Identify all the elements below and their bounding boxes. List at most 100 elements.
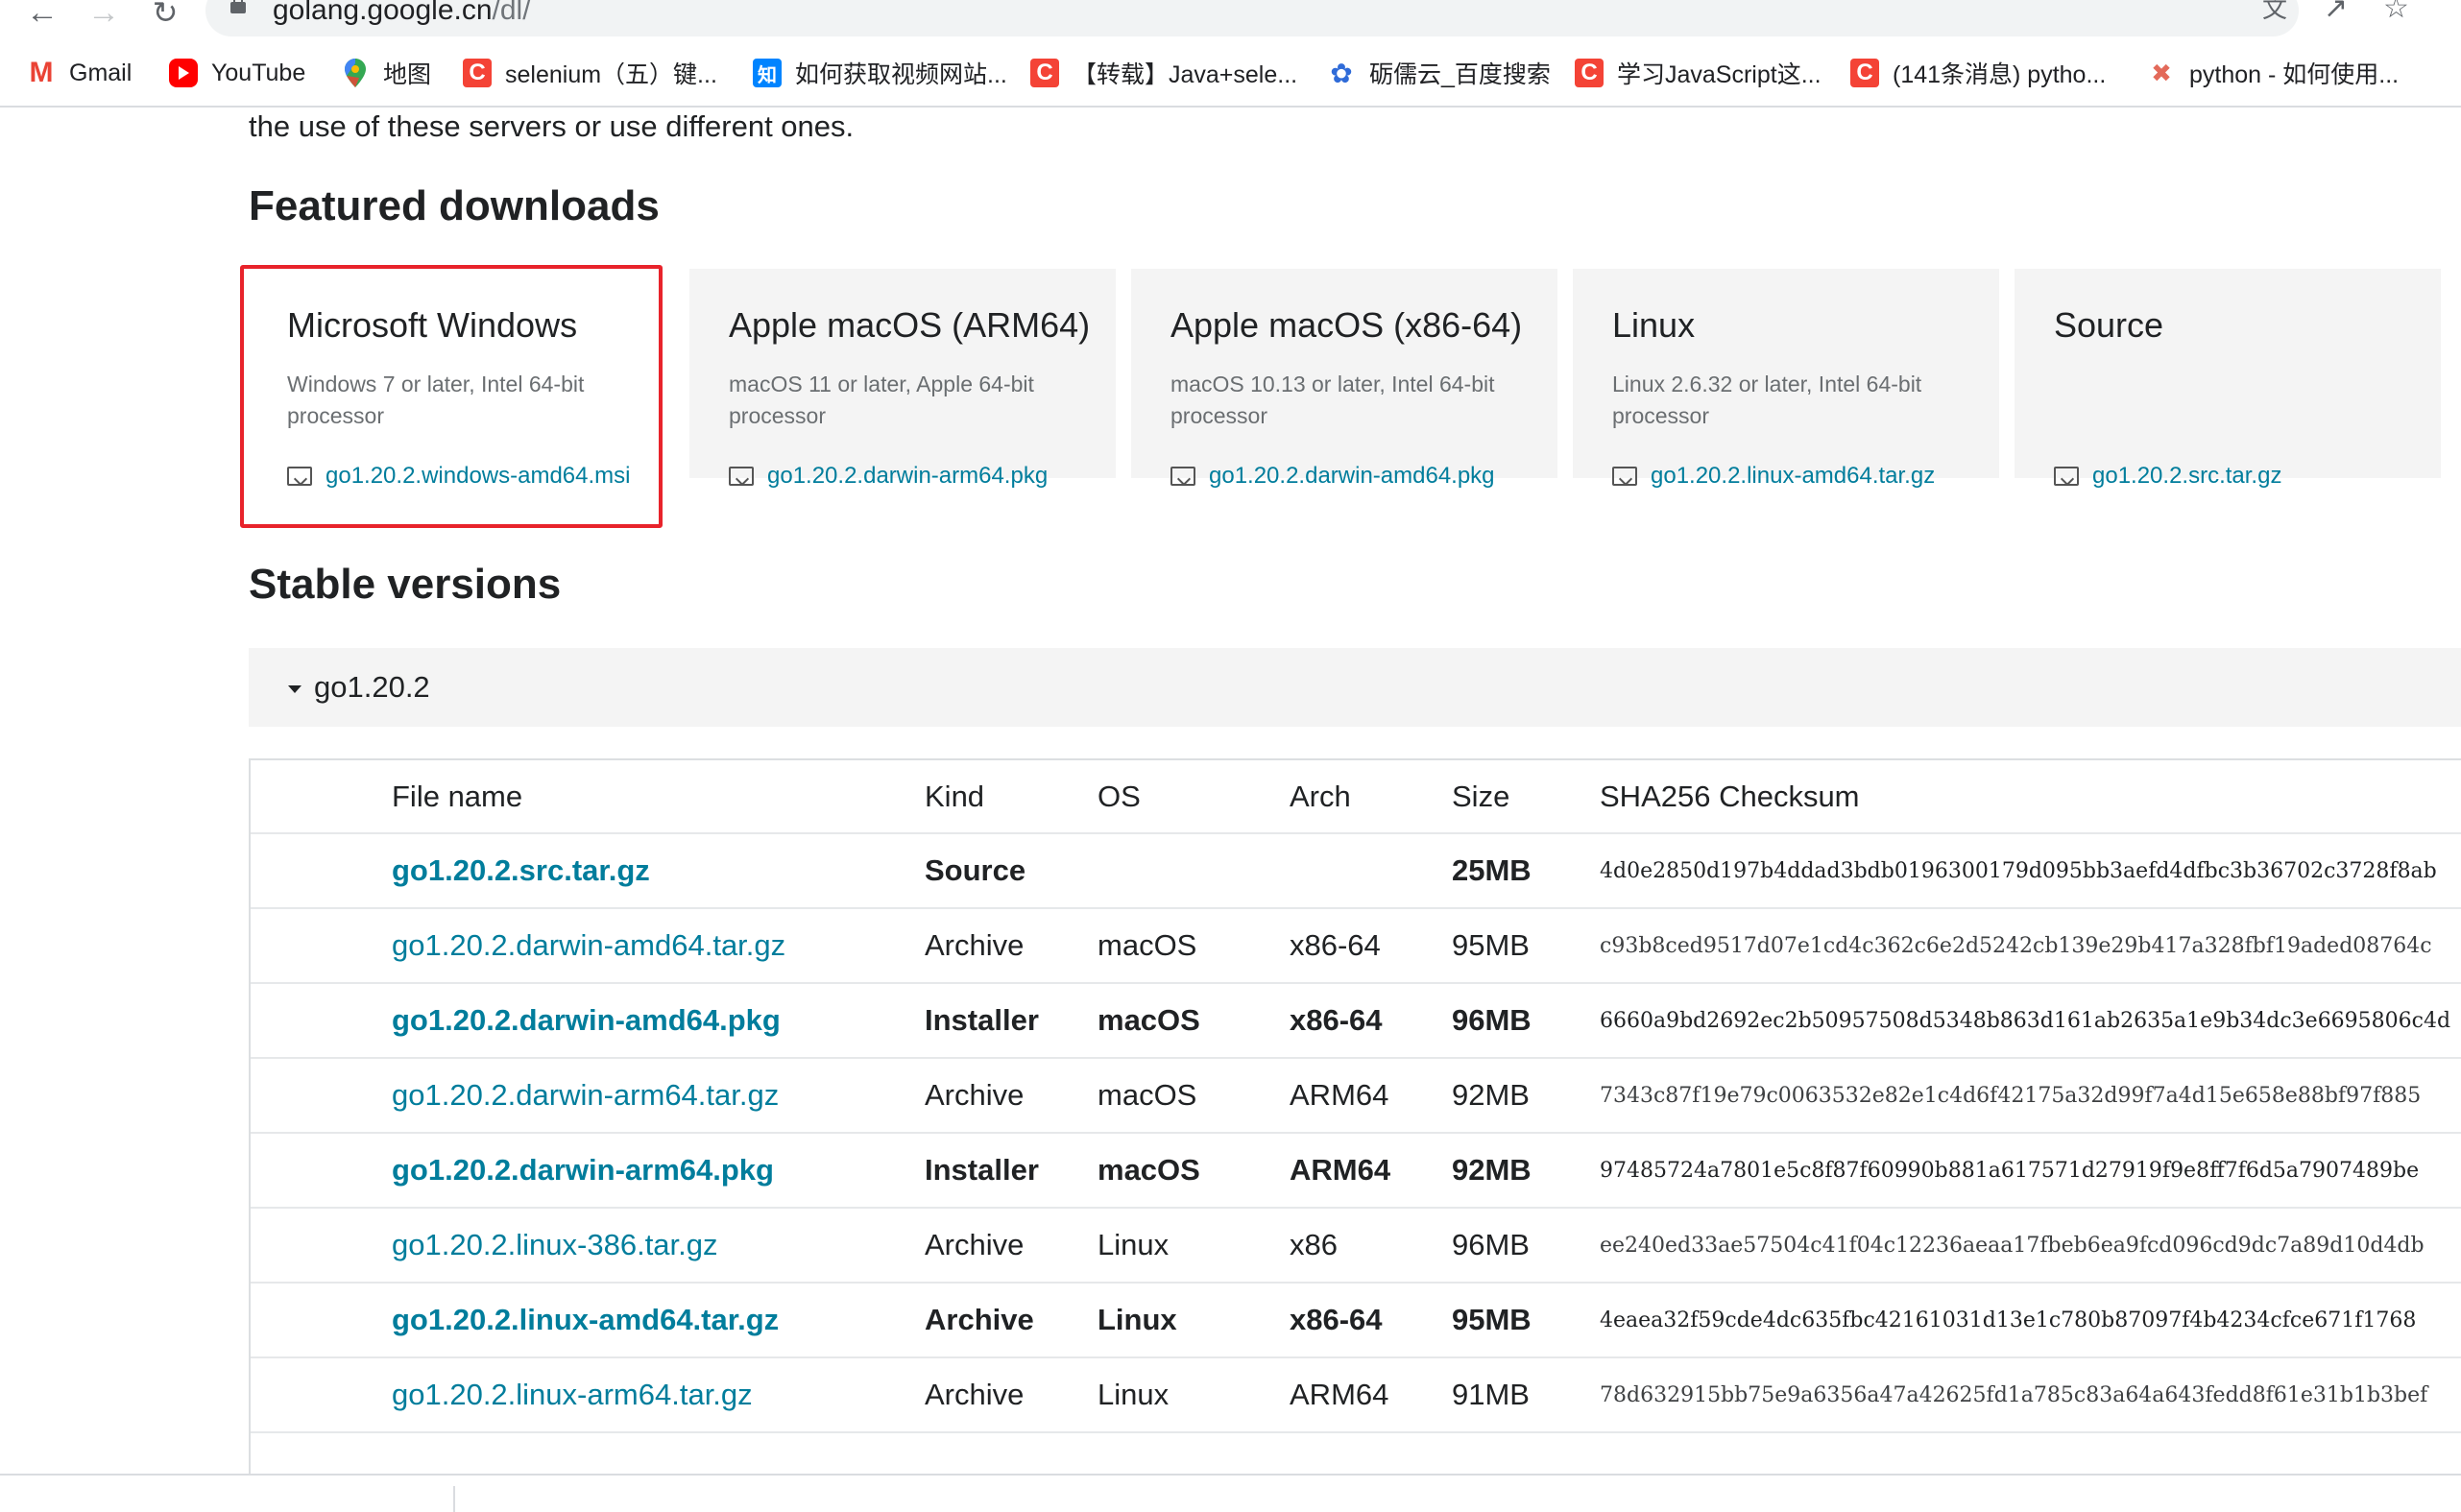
zhihu-icon: 知 — [753, 59, 782, 87]
file-download-link[interactable]: go1.20.2.darwin-amd64.pkg — [392, 1003, 781, 1037]
card-download-link[interactable]: go1.20.2.darwin-amd64.pkg — [1170, 463, 1495, 490]
cell-sha: 78d632915bb75e9a6356a47a42625fd1a785c83a… — [1600, 1357, 2461, 1433]
file-download-link[interactable]: go1.20.2.linux-amd64.tar.gz — [392, 1303, 779, 1336]
file-download-link[interactable]: go1.20.2.src.tar.gz — [392, 853, 650, 887]
intro-text: the use of these servers or use differen… — [249, 109, 855, 143]
forward-arrow-icon[interactable]: → — [84, 0, 123, 29]
bookmark-label: Gmail — [69, 59, 133, 86]
bookmark-label: YouTube — [211, 59, 306, 86]
baidu-icon: ✿ — [1330, 58, 1353, 88]
cell-arch — [1290, 833, 1452, 909]
featured-card-linux[interactable]: Linux Linux 2.6.32 or later, Intel 64-bi… — [1573, 269, 1999, 489]
cell-file: go1.20.2.darwin-amd64.pkg — [251, 983, 925, 1059]
bookmark-baidu[interactable]: ✿ 砺儒云_百度搜索 — [1327, 54, 1551, 92]
card-download-link[interactable]: go1.20.2.linux-amd64.tar.gz — [1612, 463, 1935, 490]
page-content: the use of these servers or use differen… — [0, 108, 2461, 1474]
stackoverflow-icon: ✖ — [2151, 58, 2172, 87]
file-download-link[interactable]: go1.20.2.linux-arm64.tar.gz — [392, 1378, 753, 1411]
cell-os — [1098, 833, 1290, 909]
download-icon — [2054, 467, 2079, 486]
cell-arch: ARM64 — [1290, 1133, 1452, 1209]
share-icon[interactable]: ↗ — [2324, 0, 2348, 23]
col-file-name: File name — [251, 760, 925, 834]
card-os-title: Apple macOS (ARM64) — [729, 305, 1091, 345]
table-row: go1.20.2.linux-amd64.tar.gz Archive Linux x… — [251, 1283, 2461, 1358]
bookmark-label: 地图 — [383, 61, 432, 88]
featured-card-macos-arm64[interactable]: Apple macOS (ARM64) macOS 11 or later, A… — [689, 269, 1116, 489]
cell-os: Linux — [1098, 1283, 1290, 1358]
url-path: /dl/ — [492, 0, 531, 26]
card-file-name: go1.20.2.src.tar.gz — [2092, 463, 2282, 489]
cell-file: go1.20.2.src.tar.gz — [251, 833, 925, 909]
cell-file: go1.20.2.linux-arm64.tar.gz — [251, 1357, 925, 1433]
highlight-box — [240, 265, 663, 528]
file-download-link[interactable]: go1.20.2.linux-386.tar.gz — [392, 1228, 718, 1261]
card-download-link[interactable]: go1.20.2.darwin-arm64.pkg — [729, 463, 1048, 490]
bookmark-python-howto[interactable]: ✖ python - 如何使用... — [2147, 54, 2399, 92]
bookmark-javascript[interactable]: C 学习JavaScript这... — [1575, 54, 1822, 92]
card-os-title: Apple macOS (x86-64) — [1170, 305, 1523, 345]
cell-arch: x86-64 — [1290, 1283, 1452, 1358]
card-description: Linux 2.6.32 or later, Intel 64-bit proc… — [1612, 372, 1922, 428]
downloads-table: File name Kind OS Arch Size SHA256 Check… — [249, 758, 2461, 1474]
cell-size: 95MB — [1452, 1283, 1600, 1358]
bookmark-selenium[interactable]: C selenium（五）键... — [463, 54, 717, 92]
cell-size: 91MB — [1452, 1357, 1600, 1433]
cell-file: go1.20.2.darwin-amd64.tar.gz — [251, 908, 925, 984]
cell-file: go1.20.2.linux-386.tar.gz — [251, 1208, 925, 1284]
cell-os: Linux — [1098, 1357, 1290, 1433]
card-file-name: go1.20.2.darwin-arm64.pkg — [767, 463, 1049, 489]
table-row: go1.20.2.src.tar.gz Source 25MB 4d0e2850d19… — [251, 833, 2461, 909]
featured-card-source[interactable]: Source go1.20.2.src.tar.gz — [2015, 269, 2441, 489]
file-download-link[interactable]: go1.20.2.darwin-arm64.pkg — [392, 1153, 774, 1187]
version-toggle[interactable] — [249, 648, 2461, 727]
browser-toolbar: ← → ↻ golang.google.cn/dl/ 文 ↗ ☆ M Gmail… — [0, 0, 2461, 108]
bookmark-zhihu[interactable]: 知 如何获取视频网站... — [753, 54, 1007, 92]
cell-sha: ee240ed33ae57504c41f04c12236aeaa17fbeb6e… — [1600, 1208, 2461, 1284]
cell-arch: x86 — [1290, 1208, 1452, 1284]
bookmark-gmail[interactable]: M Gmail — [27, 54, 133, 92]
col-arch: Arch — [1290, 760, 1452, 834]
card-file-name: go1.20.2.darwin-amd64.pkg — [1209, 463, 1495, 489]
url-text[interactable]: golang.google.cn/dl/ — [273, 0, 531, 27]
bookmark-star-icon[interactable]: ☆ — [2383, 0, 2409, 23]
cell-size: 25MB — [1452, 833, 1600, 909]
back-arrow-icon[interactable]: ← — [23, 0, 61, 29]
file-download-link[interactable]: go1.20.2.darwin-arm64.tar.gz — [392, 1078, 779, 1112]
cell-sha: 97485724a7801e5c8f87f60990b881a617571d27… — [1600, 1133, 2461, 1209]
reload-icon[interactable]: ↻ — [146, 0, 184, 28]
bookmark-python-csdn[interactable]: C (141条消息) pytho... — [1850, 54, 2106, 92]
bookmark-label: (141条消息) pytho... — [1893, 61, 2107, 88]
file-download-link[interactable]: go1.20.2.darwin-amd64.tar.gz — [392, 928, 785, 962]
cell-os: macOS — [1098, 1133, 1290, 1209]
bookmark-youtube[interactable]: YouTube — [169, 54, 305, 92]
cell-sha: 4d0e2850d197b4ddad3bdb0196300179d095bb3a… — [1600, 833, 2461, 909]
cell-sha: 4eaea32f59cde4dc635fbc42161031d13e1c780b… — [1600, 1283, 2461, 1358]
table-row: go1.20.2.darwin-arm64.pkg Installer macOS A… — [251, 1133, 2461, 1209]
bookmarks-bar: M Gmail YouTube 地图 C selenium（五）键... 知 如… — [0, 54, 2461, 92]
card-os-title: Linux — [1612, 305, 1696, 345]
lock-icon[interactable] — [230, 0, 246, 13]
status-bar-divider — [0, 1474, 2461, 1476]
card-description: macOS 11 or later, Apple 64-bit processo… — [729, 372, 1034, 428]
download-icon — [1612, 467, 1637, 486]
bookmark-java-selenium[interactable]: C 【转载】Java+sele... — [1030, 54, 1297, 92]
cell-file: go1.20.2.darwin-arm64.pkg — [251, 1133, 925, 1209]
caret-down-icon[interactable] — [288, 685, 302, 693]
card-file-name: go1.20.2.linux-amd64.tar.gz — [1651, 463, 1936, 489]
cell-kind: Archive — [925, 1058, 1098, 1134]
version-label[interactable]: go1.20.2 — [314, 670, 430, 705]
gmail-icon: M — [29, 57, 54, 88]
table-row: go1.20.2.linux-386.tar.gz Archive Linux x86… — [251, 1208, 2461, 1284]
card-download-link[interactable]: go1.20.2.src.tar.gz — [2054, 463, 2281, 490]
translate-icon[interactable]: 文 — [2262, 0, 2287, 23]
cell-size: 92MB — [1452, 1058, 1600, 1134]
bookmark-maps[interactable]: 地图 — [341, 54, 431, 92]
csdn-icon: C — [1575, 59, 1604, 87]
table-row: go1.20.2.darwin-amd64.tar.gz Archive macOS… — [251, 908, 2461, 984]
featured-card-macos-x86-64[interactable]: Apple macOS (x86-64) macOS 10.13 or late… — [1131, 269, 1557, 489]
cell-file: go1.20.2.linux-amd64.tar.gz — [251, 1283, 925, 1358]
cell-arch: ARM64 — [1290, 1357, 1452, 1433]
cell-kind: Installer — [925, 1133, 1098, 1209]
table-row: go1.20.2.darwin-amd64.pkg Installer macOS x… — [251, 983, 2461, 1059]
